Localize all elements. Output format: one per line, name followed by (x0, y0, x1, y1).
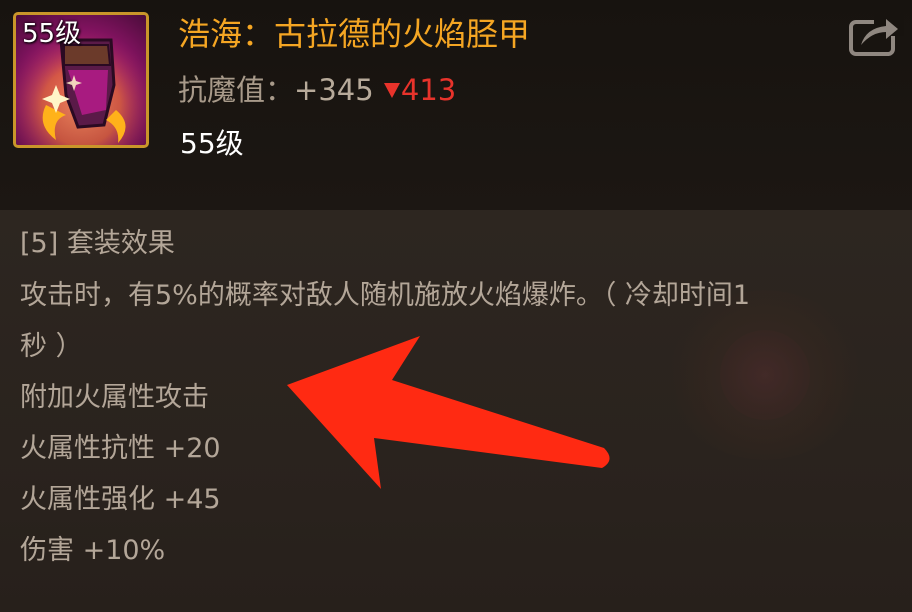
stat-label: 抗魔值： (178, 73, 295, 107)
item-level-badge: 55级 (22, 19, 82, 49)
set-effect-line: 火属性强化 +45 (20, 484, 221, 515)
set-effect-line: 秒 ） (20, 331, 83, 362)
level-text: 55级 (180, 127, 244, 160)
share-icon (849, 14, 904, 56)
stat-diff: 413 (383, 73, 456, 107)
stat-row: 抗魔值：+345 413 (178, 70, 456, 110)
background-emblem-core (720, 330, 810, 420)
down-triangle-icon (383, 83, 400, 98)
set-effect-title: [5] 套装效果 (20, 228, 175, 259)
set-effect-line: 火属性抗性 +20 (20, 433, 221, 464)
stat-value: +345 (294, 73, 374, 107)
set-effect-line: 攻击时，有5%的概率对敌人随机施放火焰爆炸。（ 冷却时间1 (20, 280, 751, 311)
set-effect-line: 附加火属性攻击 (20, 382, 209, 413)
item-name: 浩海：古拉德的火焰胫甲 (178, 15, 531, 53)
share-button[interactable] (848, 14, 904, 58)
stat-diff-value: 413 (400, 73, 457, 107)
item-icon[interactable]: 55级 (13, 12, 149, 148)
set-effect-line: 伤害 +10% (20, 535, 166, 566)
